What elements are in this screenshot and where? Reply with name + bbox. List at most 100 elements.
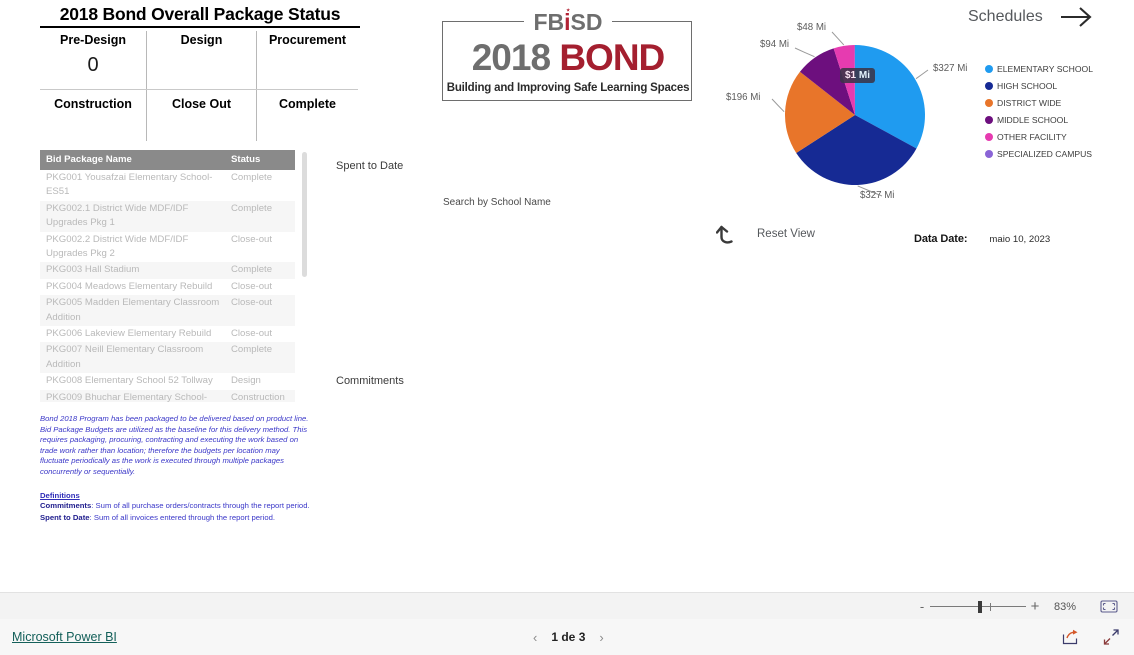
cell-status: Complete bbox=[231, 264, 273, 276]
cell-status: Complete bbox=[231, 172, 273, 183]
column-header-status[interactable]: Status bbox=[225, 150, 295, 165]
status-cell-label-close-out[interactable]: Close Out bbox=[147, 97, 256, 111]
cell-status: Complete bbox=[231, 202, 273, 214]
zoom-percent-label: 83% bbox=[1053, 600, 1077, 613]
table-row[interactable]: PKG005 Madden Elementary Classroom Addit… bbox=[40, 295, 295, 327]
status-cell-label-design[interactable]: Design bbox=[147, 33, 256, 47]
status-cell-value-pre-design: 0 bbox=[87, 54, 99, 76]
table-row[interactable]: PKG008 Elementary School 52 Tollway Desig… bbox=[40, 373, 295, 389]
search-input[interactable]: Search by School Name bbox=[443, 197, 551, 208]
zoom-slider-tick bbox=[990, 602, 991, 611]
fullscreen-icon[interactable] bbox=[1103, 629, 1120, 645]
page-indicator: 1 de 3 bbox=[551, 630, 586, 644]
zoom-toolbar: - + 83% bbox=[0, 592, 1134, 621]
status-cell-label-procurement[interactable]: Procurement bbox=[257, 33, 358, 47]
status-cell-label-pre-design[interactable]: Pre-Design bbox=[40, 33, 146, 47]
undo-arrow-icon[interactable] bbox=[716, 220, 744, 248]
pie-leader-line bbox=[915, 69, 929, 80]
definition-text-commitments: : Sum of all purchase orders/contracts t… bbox=[91, 501, 310, 510]
legend-item[interactable]: MIDDLE SCHOOL bbox=[985, 111, 1125, 128]
notes-paragraph: Bond 2018 Program has been packaged to b… bbox=[40, 414, 309, 476]
legend-label: SPECIALIZED CAMPUS bbox=[997, 148, 1093, 159]
definition-commitments: Commitments: Sum of all purchase orders/… bbox=[40, 501, 310, 512]
cell-bid-package-name: PKG006 Lakeview Elementary Rebuild bbox=[46, 328, 212, 340]
cell-status: Close-out bbox=[231, 280, 273, 292]
table-row[interactable]: PKG002.2 District Wide MDF/IDF Upgrades … bbox=[40, 232, 295, 263]
report-canvas: 2018 Bond Overall Package Status Pre-Des… bbox=[0, 0, 1134, 592]
zoom-controls: - + 83% bbox=[914, 599, 1120, 615]
legend-item[interactable]: DISTRICT WIDE bbox=[985, 94, 1125, 111]
pie-slices[interactable] bbox=[785, 44, 925, 185]
legend-item[interactable]: ELEMENTARY SCHOOL bbox=[985, 60, 1125, 77]
fbisd-2018-bond-logo: FBiSD 2018 BOND Building and Improving S… bbox=[442, 11, 692, 101]
cell-bid-package-name: PKG009 Bhuchar Elementary School- bbox=[46, 391, 208, 402]
table-row[interactable]: PKG002.1 District Wide MDF/IDF Upgrades … bbox=[40, 200, 295, 232]
grid-divider-vertical-1 bbox=[146, 31, 147, 141]
legend-color-swatch-icon bbox=[985, 115, 993, 124]
pie-chart-svg[interactable] bbox=[700, 18, 1000, 223]
cell-status: Close-out bbox=[231, 297, 273, 309]
logo-fbisd-text: FBiSD bbox=[524, 9, 612, 35]
microsoft-power-bi-link[interactable]: Microsoft Power BI bbox=[12, 630, 117, 644]
zoom-out-button[interactable]: - bbox=[914, 600, 930, 613]
legend-label: MIDDLE SCHOOL bbox=[997, 114, 1069, 125]
legend-label: OTHER FACILITY bbox=[997, 131, 1067, 142]
legend-color-swatch-icon bbox=[985, 64, 993, 73]
legend-item[interactable]: SPECIALIZED CAMPUS bbox=[985, 145, 1125, 162]
share-icon[interactable] bbox=[1062, 629, 1079, 645]
data-date-value: maio 10, 2023 bbox=[989, 234, 1051, 245]
logo-word-bond: BOND bbox=[559, 37, 665, 78]
grid-divider-horizontal bbox=[40, 89, 358, 90]
status-cell-label-complete[interactable]: Complete bbox=[257, 97, 358, 111]
zoom-slider-thumb[interactable] bbox=[978, 600, 982, 613]
spent-to-date-label: Spent to Date bbox=[336, 160, 404, 172]
logo-fbisd-post: SD bbox=[570, 9, 603, 35]
definition-term-commitments: Commitments bbox=[40, 501, 92, 510]
logo-tagline: Building and Improving Safe Learning Spa… bbox=[446, 82, 690, 94]
logo-year: 2018 bbox=[471, 37, 551, 78]
table-row[interactable]: PKG004 Meadows Elementary Rebuild Close-o… bbox=[40, 279, 295, 295]
table-header-row: Bid Package Name Status bbox=[40, 150, 295, 170]
grid-divider-vertical-2 bbox=[256, 31, 257, 141]
reset-view-button[interactable]: Reset View bbox=[716, 220, 815, 248]
cell-bid-package-name: PKG008 Elementary School 52 Tollway bbox=[46, 375, 213, 387]
pie-chart-legend[interactable]: ELEMENTARY SCHOOL HIGH SCHOOL DISTRICT WID… bbox=[985, 60, 1125, 162]
cell-status: Close-out bbox=[231, 328, 273, 340]
data-date-label: Data Date: bbox=[914, 233, 968, 245]
zoom-slider[interactable] bbox=[930, 600, 1026, 614]
table-row[interactable]: PKG006 Lakeview Elementary Rebuild Close-… bbox=[40, 326, 295, 342]
cell-status: Complete bbox=[231, 344, 273, 356]
zoom-in-button[interactable]: + bbox=[1026, 599, 1044, 614]
previous-page-button[interactable]: ‹ bbox=[533, 631, 537, 644]
table-row[interactable]: PKG003 Hall Stadium Complete bbox=[40, 262, 295, 279]
definitions-heading: Definitions bbox=[40, 491, 80, 500]
table-scrollbar[interactable] bbox=[302, 152, 307, 277]
next-page-button[interactable]: › bbox=[599, 631, 603, 644]
cell-bid-package-name: PKG002.1 District Wide MDF/IDF Upgrades … bbox=[46, 202, 189, 229]
legend-item[interactable]: HIGH SCHOOL bbox=[985, 77, 1125, 94]
legend-color-swatch-icon bbox=[985, 132, 993, 141]
notes-block: Bond 2018 Program has been packaged to b… bbox=[40, 414, 310, 523]
bid-package-table[interactable]: Bid Package Name Status PKG001 Yousafzai… bbox=[40, 150, 295, 402]
pie-leader-line bbox=[794, 47, 815, 58]
status-cell-label-construction[interactable]: Construction bbox=[40, 97, 146, 111]
cell-status: Construction bbox=[231, 391, 285, 402]
definition-text-spent-to-date: : Sum of all invoices entered through th… bbox=[89, 512, 276, 522]
fit-to-page-button[interactable] bbox=[1098, 599, 1120, 615]
table-row[interactable]: PKG009 Bhuchar Elementary School- Constru… bbox=[40, 389, 295, 402]
logo-fbisd-i-star-icon: i bbox=[564, 9, 571, 35]
overall-package-status-card: 2018 Bond Overall Package Status Pre-Des… bbox=[18, 2, 378, 142]
pie-label-high-school: $327 Mi bbox=[860, 190, 895, 201]
column-header-bid-package-name[interactable]: Bid Package Name bbox=[40, 150, 225, 165]
legend-item[interactable]: OTHER FACILITY bbox=[985, 128, 1125, 145]
pie-slice-tooltip: $1 Mi bbox=[840, 68, 876, 83]
table-row[interactable]: PKG007 Neill Elementary Classroom Additi… bbox=[40, 342, 295, 374]
pie-label-other-facility: $48 Mi bbox=[797, 22, 827, 33]
cell-bid-package-name: PKG005 Madden Elementary Classroom Addit… bbox=[46, 297, 220, 323]
legend-color-swatch-icon bbox=[985, 81, 993, 90]
pie-label-district-wide: $196 Mi bbox=[726, 92, 761, 103]
legend-label: DISTRICT WIDE bbox=[997, 97, 1062, 108]
table-row[interactable]: PKG001 Yousafzai Elementary School-ES51 C… bbox=[40, 170, 295, 201]
legend-color-swatch-icon bbox=[985, 149, 993, 158]
pie-label-middle-school: $94 Mi bbox=[760, 39, 790, 50]
